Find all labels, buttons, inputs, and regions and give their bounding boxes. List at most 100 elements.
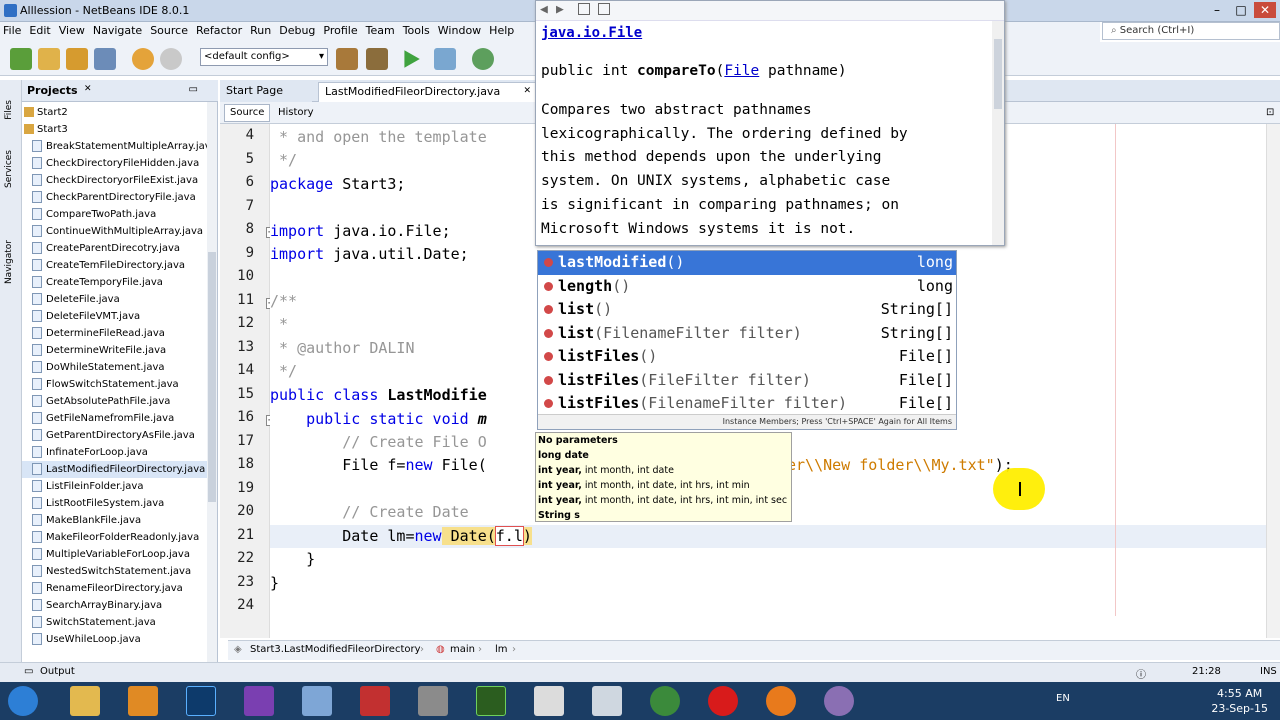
clock[interactable]: 4:55 AM 23-Sep-15 [1211,686,1268,716]
tree-file[interactable]: NestedSwitchStatement.java [22,563,208,580]
eclipse-icon[interactable] [824,686,854,716]
menu-navigate[interactable]: Navigate [90,22,145,37]
menu-debug[interactable]: Debug [276,22,318,37]
open-project-icon[interactable] [66,48,88,70]
sig-type-link[interactable]: File [724,63,759,79]
menu-window[interactable]: Window [435,22,484,37]
editor-scrollbar[interactable] [1266,124,1280,638]
menu-run[interactable]: Run [247,22,274,37]
projects-scrollbar[interactable] [207,102,217,662]
breadcrumb-variable[interactable]: lm [495,644,508,655]
tree-file[interactable]: MakeBlankFile.java [22,512,208,529]
menu-team[interactable]: Team [363,22,398,37]
clean-build-icon[interactable] [366,48,388,70]
tree-file[interactable]: RenameFileorDirectory.java [22,580,208,597]
open-source-icon[interactable] [598,3,610,15]
minimize-button[interactable]: – [1206,2,1228,18]
photoshop-icon[interactable] [186,686,216,716]
files-tab[interactable]: Files [4,100,14,120]
tree-file[interactable]: FlowSwitchStatement.java [22,376,208,393]
history-button[interactable]: History [272,104,320,122]
back-arrow-icon[interactable]: ◀ [540,2,548,17]
dreamweaver-icon[interactable] [476,686,506,716]
new-file-icon[interactable] [10,48,32,70]
save-all-icon[interactable] [94,48,116,70]
tree-file[interactable]: GetAbsolutePathFile.java [22,393,208,410]
tree-file[interactable]: SearchArrayBinary.java [22,597,208,614]
tree-package[interactable]: Start3 [22,121,208,138]
navigator-tab[interactable]: Navigator [4,240,14,284]
menu-file[interactable]: File [0,22,24,37]
media-player-icon[interactable] [128,686,158,716]
tree-package[interactable]: Start2 [22,104,208,121]
breadcrumb-method[interactable]: main [450,644,475,655]
redo-icon[interactable] [160,48,182,70]
menu-help[interactable]: Help [486,22,517,37]
config-select[interactable]: <default config> ▾ [200,48,328,66]
output-tab[interactable]: Output [40,666,75,677]
menu-profile[interactable]: Profile [320,22,360,37]
tab-start-page[interactable]: Start Page [220,82,312,102]
language-indicator[interactable]: EN [1056,693,1070,704]
tree-file[interactable]: CheckDirectoryFileHidden.java [22,155,208,172]
menu-tools[interactable]: Tools [400,22,433,37]
tree-file[interactable]: ListRootFileSystem.java [22,495,208,512]
chrome-icon[interactable] [650,686,680,716]
tree-file[interactable]: DeleteFile.java [22,291,208,308]
close-button[interactable]: ✕ [1254,2,1276,18]
tree-file[interactable]: DetermineWriteFile.java [22,342,208,359]
tree-file[interactable]: CompareTwoPath.java [22,206,208,223]
minimize-panel-icon[interactable]: ▭ [189,84,198,95]
source-button[interactable]: Source [224,104,271,122]
tree-file[interactable]: MakeFileorFolderReadonly.java [22,529,208,546]
search-input[interactable]: ⌕ Search (Ctrl+I) [1102,22,1280,40]
completion-item[interactable]: listFiles(FilenameFilter filter) File[] [538,392,956,416]
firefox-icon[interactable] [766,686,796,716]
new-project-icon[interactable] [38,48,60,70]
debug-icon[interactable] [434,48,456,70]
maximize-button[interactable]: □ [1230,2,1252,18]
tree-file[interactable]: CreateTemporyFile.java [22,274,208,291]
tools-icon[interactable] [418,686,448,716]
menu-refactor[interactable]: Refactor [193,22,245,37]
run-icon[interactable] [404,50,420,68]
tool-app-icon[interactable] [592,686,622,716]
menu-edit[interactable]: Edit [26,22,53,37]
javadoc-scrollbar[interactable] [992,21,1004,245]
completion-item[interactable]: list(FilenameFilter filter) String[] [538,322,956,346]
completion-item[interactable]: listFiles(FileFilter filter) File[] [538,369,956,393]
undo-icon[interactable] [132,48,154,70]
close-icon[interactable]: ✕ [523,86,531,96]
tree-file[interactable]: ContinueWithMultipleArray.java [22,223,208,240]
tree-file[interactable]: CreateTemFileDirectory.java [22,257,208,274]
tree-file[interactable]: GetFileNamefromFile.java [22,410,208,427]
tree-file[interactable]: DetermineFileRead.java [22,325,208,342]
tree-file[interactable]: SwitchStatement.java [22,614,208,631]
completion-item[interactable]: list() String[] [538,298,956,322]
tree-file[interactable]: LastModifiedFileorDirectory.java [22,461,208,478]
show-in-browser-icon[interactable] [578,3,590,15]
tree-file[interactable]: ListFileinFolder.java [22,478,208,495]
completion-item[interactable]: length() long [538,275,956,299]
tree-file[interactable]: MultipleVariableForLoop.java [22,546,208,563]
notification-icon[interactable]: ⓘ [1136,666,1146,681]
tree-file[interactable]: CheckDirectoryorFileExist.java [22,172,208,189]
tree-file[interactable]: UseWhileLoop.java [22,631,208,648]
forward-arrow-icon[interactable]: ▶ [556,2,564,17]
close-icon[interactable]: ✕ [84,84,92,94]
menu-view[interactable]: View [56,22,88,37]
expand-editor-icon[interactable]: ⊡ [1260,104,1280,122]
start-button-icon[interactable] [8,686,38,716]
tree-file[interactable]: CheckParentDirectoryFile.java [22,189,208,206]
tree-file[interactable]: BreakStatementMultipleArray.java [22,138,217,155]
window-app-icon[interactable] [534,686,564,716]
completion-item[interactable]: listFiles() File[] [538,345,956,369]
breadcrumb-class[interactable]: Start3.LastModifiedFileorDirectory [250,644,421,655]
services-tab[interactable]: Services [4,150,14,188]
build-icon[interactable] [336,48,358,70]
javadoc-class-link[interactable]: java.io.File [541,25,642,41]
visual-studio-icon[interactable] [244,686,274,716]
opera-icon[interactable] [708,686,738,716]
tree-file[interactable]: InfinateForLoop.java [22,444,208,461]
explorer-icon[interactable] [70,686,100,716]
